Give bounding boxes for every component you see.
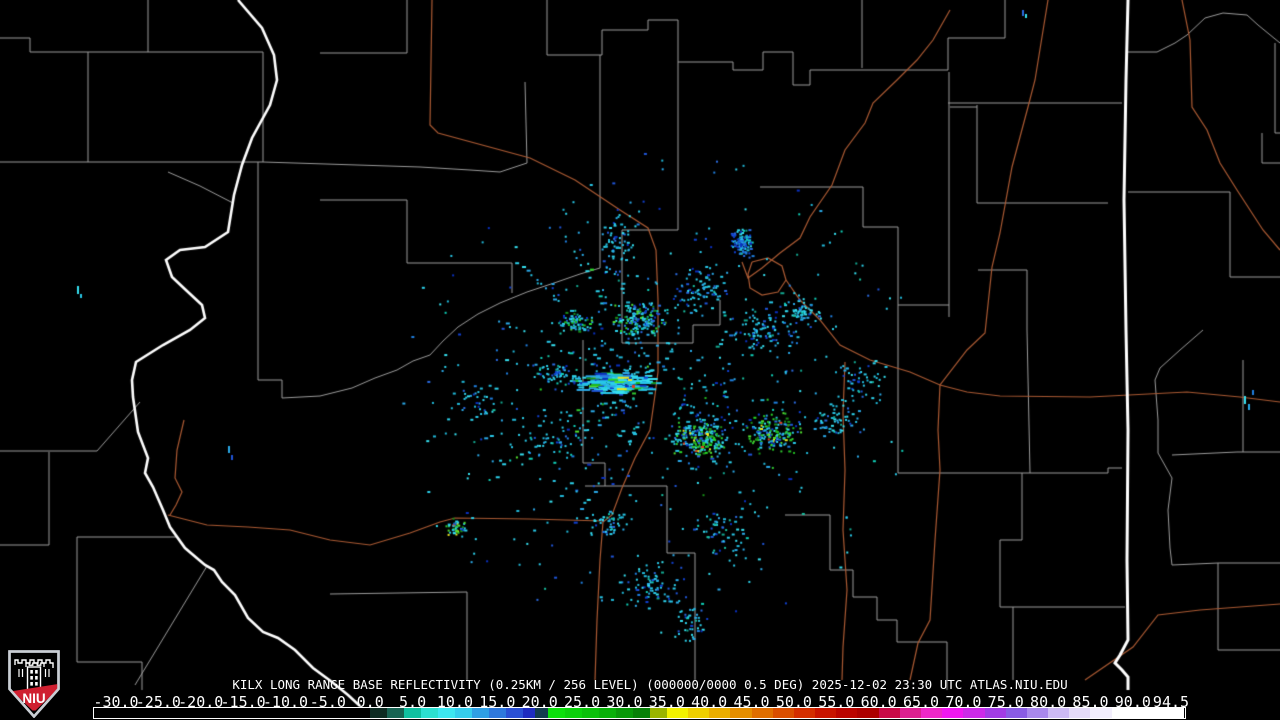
niu-logo: NIU	[8, 650, 60, 718]
colorbar-segment	[632, 708, 650, 718]
colorbar-segment	[984, 708, 1006, 718]
colorbar-segment	[709, 708, 731, 718]
colorbar-segment	[522, 708, 536, 718]
colorbar-segment	[370, 708, 388, 718]
colorbar-segment	[815, 708, 837, 718]
colorbar-segment	[649, 708, 667, 718]
radar-map	[0, 0, 1280, 720]
colorbar-segment	[548, 708, 566, 718]
colorbar-segment	[615, 708, 633, 718]
colorbar-segment	[1005, 708, 1027, 718]
colorbar-segment	[942, 708, 964, 718]
colorbar-segment	[535, 708, 549, 718]
colorbar-segment	[582, 708, 599, 718]
colorbar-segment	[421, 708, 438, 718]
colorbar-segment	[899, 708, 921, 718]
niu-logo-text: NIU	[22, 691, 45, 706]
colorbar-segment	[1069, 708, 1091, 718]
colorbar-segment	[438, 708, 455, 718]
colorbar-segment	[751, 708, 773, 718]
colorbar-segment	[505, 708, 523, 718]
colorbar-segment	[921, 708, 943, 718]
colorbar-segment	[454, 708, 472, 718]
colorbar-segment	[687, 708, 710, 718]
colorbar-segment	[793, 708, 816, 718]
colorbar-segment	[836, 708, 858, 718]
colorbar-segment	[404, 708, 422, 718]
colorbar-segment	[1026, 708, 1049, 718]
colorbar-segment	[1090, 708, 1112, 718]
castle-window-icon	[30, 682, 33, 686]
colorbar-segment	[730, 708, 752, 718]
colorbar-segment	[93, 708, 371, 718]
colorbar-segment	[857, 708, 879, 718]
colorbar-segment	[878, 708, 900, 718]
colorbar-segment	[772, 708, 794, 718]
colorbar-segment	[1048, 708, 1070, 718]
colorbar-segment	[963, 708, 985, 718]
product-title: KILX LONG RANGE BASE REFLECTIVITY (0.25K…	[232, 677, 1068, 692]
radar-product-page: KILX LONG RANGE BASE REFLECTIVITY (0.25K…	[0, 0, 1280, 720]
colorbar-segment	[565, 708, 583, 718]
castle-window-icon	[30, 670, 33, 674]
colorbar-segment	[488, 708, 506, 718]
colorbar-segment	[1111, 708, 1184, 718]
colorbar-segment	[599, 708, 616, 718]
castle-window-icon	[35, 682, 38, 686]
colorbar-segment	[387, 708, 405, 718]
colorbar-segment	[666, 708, 688, 718]
reflectivity-colorbar	[93, 707, 1186, 719]
castle-window-icon	[30, 676, 33, 680]
colorbar-segment	[471, 708, 489, 718]
castle-window-icon	[35, 676, 38, 680]
castle-window-icon	[35, 670, 38, 674]
